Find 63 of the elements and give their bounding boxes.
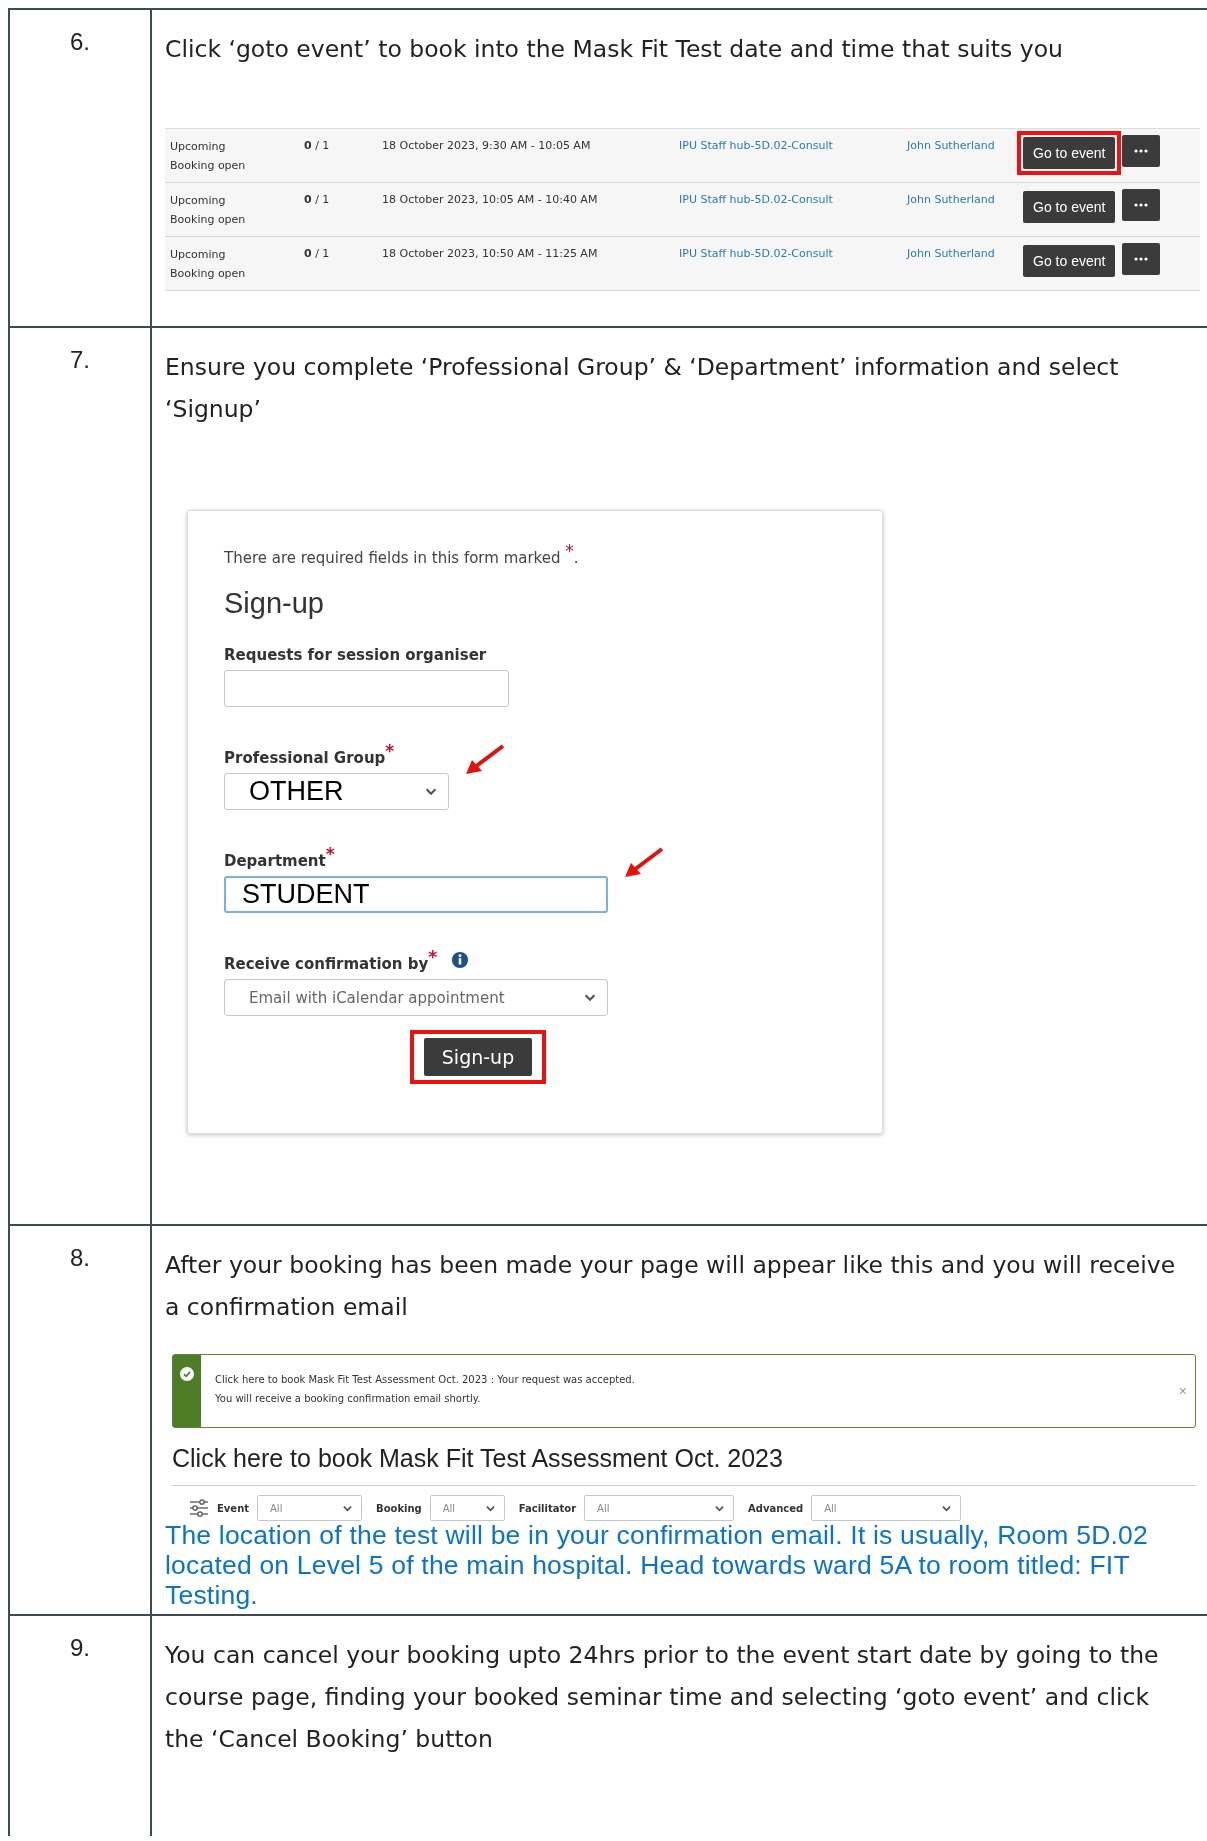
select-field[interactable]: OTHER <box>224 773 449 810</box>
location-link[interactable]: IPU Staff hub-5D.02-Consult <box>679 245 907 260</box>
go-to-event-button[interactable]: Go to event <box>1023 245 1116 277</box>
form-title: Sign-up <box>224 587 325 620</box>
step-number: 9. <box>10 1616 152 1836</box>
facilitator-link[interactable]: John Sutherland <box>907 191 1017 206</box>
check-icon <box>180 1367 194 1381</box>
chevron-icon <box>941 1503 953 1513</box>
step-number: 8. <box>10 1226 152 1614</box>
chevron-icon <box>714 1503 726 1513</box>
location-link[interactable]: IPU Staff hub-5D.02-Consult <box>679 191 907 206</box>
sign-up-button[interactable]: Sign-up <box>423 1038 533 1076</box>
step-instruction: After your booking has been made your page will appear like this and you will receive a confirmation email <box>165 1250 1177 1323</box>
go-to-event-button[interactable]: Go to event <box>1023 191 1116 223</box>
page-heading: Click here to book Mask Fit Test Assessment Oct. 2023 <box>172 1444 1196 1486</box>
filter-label: Booking <box>376 1502 422 1514</box>
status-text: Upcoming <box>170 247 226 263</box>
filter-label: Event <box>217 1502 250 1514</box>
step-instruction: Ensure you complete ‘Professional Group’ & ‘Department’ information and select ‘Signup’ <box>165 352 1120 425</box>
more-icon <box>1134 149 1149 153</box>
input-field[interactable] <box>224 670 509 707</box>
event-time: 18 October 2023, 10:50 AM - 11:25 AM <box>382 246 599 260</box>
status-text: Booking open <box>170 266 246 282</box>
filter-select[interactable]: All <box>257 1495 363 1521</box>
seat-count: 0 / 1 <box>304 138 331 152</box>
location-note: The location of the test will be in your confirmation email. It is usually, Room 5D.02 located on Level 5 of the main hospital. Head towards ward 5A to room titled: FIT Testing. <box>165 1520 1149 1610</box>
chevron-icon <box>342 1503 354 1513</box>
filter-select[interactable]: All <box>429 1495 505 1521</box>
filter-label: Advanced <box>748 1502 804 1514</box>
status-text: Booking open <box>170 212 246 228</box>
location-link[interactable]: IPU Staff hub-5D.02-Consult <box>679 137 907 152</box>
step-number: 7. <box>10 328 152 1224</box>
status-text: Upcoming <box>170 193 226 209</box>
more-icon <box>1134 203 1149 207</box>
filter-label: Facilitator <box>518 1502 577 1514</box>
more-button[interactable] <box>1122 135 1161 167</box>
chevron-icon <box>484 1503 496 1513</box>
status-text: Upcoming <box>170 139 226 155</box>
step-number: 6. <box>10 10 152 326</box>
facilitator-link[interactable]: John Sutherland <box>907 245 1017 260</box>
step-instruction: You can cancel your booking upto 24hrs prior to the event start date by going to the course page, finding your booked seminar time and selecting ‘goto event’ and click the ‘Cancel Booking’ button <box>165 1640 1160 1755</box>
more-icon <box>1134 257 1149 261</box>
chevron-icon <box>583 992 597 1003</box>
chevron-icon <box>424 786 438 797</box>
alert-message: Click here to book Mask Fit Test Assessment Oct. 2023 : Your request was accepted. <box>215 1373 635 1387</box>
filter-select[interactable]: All <box>811 1495 962 1521</box>
filter-icon <box>189 1499 209 1517</box>
event-time: 18 October 2023, 10:05 AM - 10:40 AM <box>382 192 599 206</box>
select-field[interactable]: Email with iCalendar appointment <box>224 979 608 1016</box>
go-to-event-button[interactable]: Go to event <box>1023 137 1116 169</box>
more-button[interactable] <box>1122 243 1161 275</box>
field-label: Requests for session organiser <box>224 646 487 664</box>
input-field[interactable]: STUDENT <box>224 876 608 913</box>
step-instruction: Click ‘goto event’ to book into the Mask Fit Test date and time that suits you <box>165 34 1064 65</box>
facilitator-link[interactable]: John Sutherland <box>907 137 1017 152</box>
alert-message: You will receive a booking confirmation email shortly. <box>215 1392 481 1406</box>
more-button[interactable] <box>1122 189 1161 221</box>
filter-select[interactable]: All <box>584 1495 735 1521</box>
seat-count: 0 / 1 <box>304 192 331 206</box>
close-button[interactable]: × <box>1174 1383 1191 1399</box>
status-text: Booking open <box>170 158 246 174</box>
seat-count: 0 / 1 <box>304 246 331 260</box>
event-time: 18 October 2023, 9:30 AM - 10:05 AM <box>382 138 592 152</box>
